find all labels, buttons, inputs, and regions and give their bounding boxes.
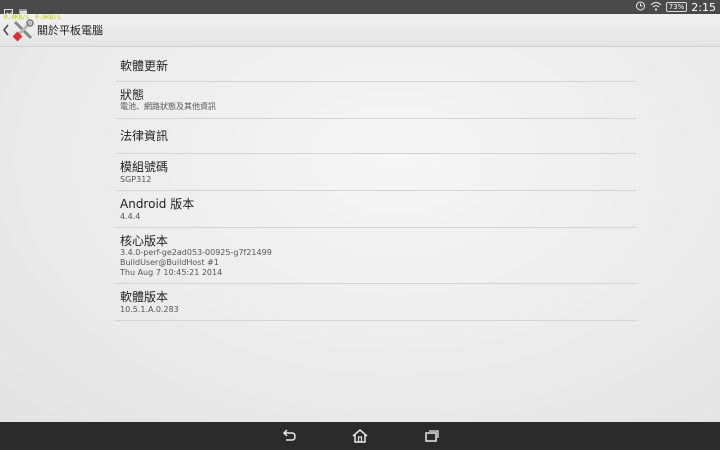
setting-title: Android 版本 <box>120 197 195 211</box>
clock: 2:15 <box>691 0 716 14</box>
setting-value: 4.4.4 <box>120 212 141 221</box>
setting-legal-info[interactable]: 法律資訊 <box>116 119 636 153</box>
setting-status[interactable]: 狀態 電池、網路狀態及其他資訊 <box>116 82 636 118</box>
notification-icons <box>4 2 28 18</box>
page-title: 關於平板電腦 <box>37 24 103 37</box>
setting-summary: 電池、網路狀態及其他資訊 <box>120 102 216 111</box>
net-speed-up: 0.0KB/s <box>35 14 61 21</box>
status-bar: 73% 2:15 <box>0 0 720 18</box>
navigation-bar <box>0 422 720 450</box>
setting-android-version[interactable]: Android 版本 4.4.4 <box>116 191 636 227</box>
setting-value: 10.5.1.A.0.283 <box>120 305 179 314</box>
setting-value-line: BuildUser@BuildHost #1 <box>120 258 219 267</box>
photo-icon <box>18 3 28 17</box>
setting-value-line: 3.4.0-perf-ge2ad053-00925-g7f21499 <box>120 248 272 257</box>
home-icon[interactable] <box>351 428 369 444</box>
battery-indicator: 73% <box>665 2 688 12</box>
setting-kernel-version: 核心版本 3.4.0-perf-ge2ad053-00925-g7f21499 … <box>116 228 636 283</box>
divider <box>116 320 636 321</box>
action-bar: 0.0KB/s 0.0KB/s 關於平板電腦 <box>0 14 720 47</box>
settings-content: 軟體更新 狀態 電池、網路狀態及其他資訊 法律資訊 模組號碼 SGP312 An… <box>0 47 720 422</box>
wifi-icon <box>650 1 662 14</box>
setting-build-number[interactable]: 軟體版本 10.5.1.A.0.283 <box>116 284 636 320</box>
back-chevron-icon[interactable] <box>2 22 10 38</box>
setting-title: 模組號碼 <box>120 160 169 174</box>
setting-model-number: 模組號碼 SGP312 <box>116 154 636 190</box>
setting-title: 軟體更新 <box>120 59 169 73</box>
settings-tools-icon[interactable] <box>10 17 36 43</box>
setting-title: 軟體版本 <box>120 290 169 304</box>
setting-title: 狀態 <box>120 88 145 102</box>
setting-software-update[interactable]: 軟體更新 <box>116 53 636 81</box>
setting-title: 法律資訊 <box>120 129 169 143</box>
recents-icon[interactable] <box>423 428 441 444</box>
system-icons: 73% 2:15 <box>635 0 716 14</box>
setting-value-line: Thu Aug 7 10:45:21 2014 <box>120 268 223 277</box>
alarm-icon <box>635 0 646 14</box>
setting-value: SGP312 <box>120 175 152 184</box>
back-icon[interactable] <box>280 428 298 444</box>
setting-title: 核心版本 <box>120 234 169 248</box>
image-icon <box>4 3 13 18</box>
